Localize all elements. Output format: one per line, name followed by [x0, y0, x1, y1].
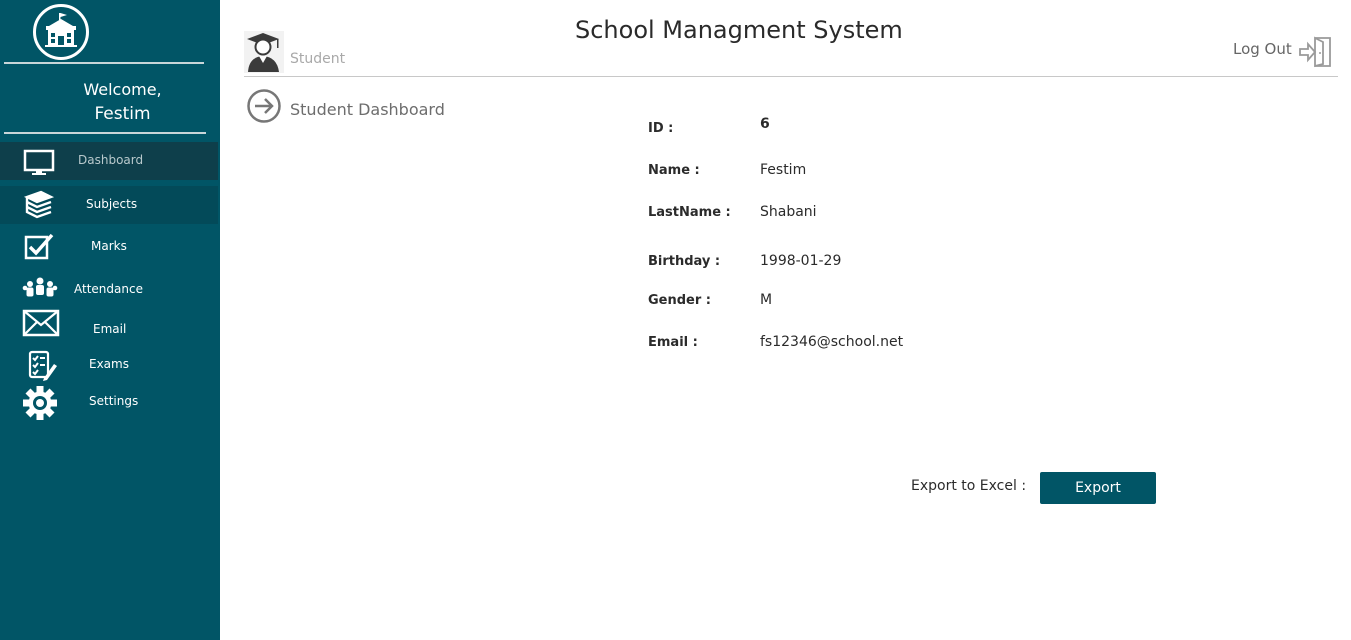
sidebar-item-dashboard[interactable]: Dashboard — [0, 142, 218, 180]
sidebar-item-label: Email — [93, 322, 127, 336]
checkbox-icon — [24, 233, 54, 260]
sidebar-item-exams[interactable]: Exams — [0, 346, 218, 384]
envelope-icon — [22, 309, 60, 337]
welcome-text: Welcome, — [83, 80, 162, 99]
logout-icon[interactable] — [1297, 35, 1333, 69]
group-icon — [22, 277, 58, 297]
sidebar-item-attendance[interactable]: Attendance — [0, 271, 218, 309]
sidebar-item-label: Dashboard — [78, 153, 144, 167]
export-label: Export to Excel : — [911, 478, 1027, 494]
monitor-icon — [23, 149, 55, 175]
sidebar-item-label: Exams — [89, 357, 129, 371]
app-title: School Managment System — [575, 16, 903, 44]
logout-label[interactable]: Log Out — [1233, 40, 1292, 58]
user-name: Festim — [94, 104, 151, 124]
sidebar-divider — [4, 62, 204, 64]
gender-value: M — [760, 292, 773, 308]
lastname-value: Shabani — [760, 204, 817, 220]
sidebar-item-settings[interactable]: Settings — [0, 383, 218, 421]
role-label: Student — [290, 51, 346, 67]
birthday-label: Birthday : — [648, 254, 721, 269]
header-divider — [244, 76, 1338, 77]
gear-icon — [23, 386, 57, 420]
gender-label: Gender : — [648, 293, 712, 308]
email-label: Email : — [648, 335, 698, 350]
birthday-value: 1998-01-29 — [760, 253, 842, 269]
id-label: ID : — [648, 121, 674, 136]
sidebar: Welcome, Festim Dashboard Subjects Marks — [0, 0, 220, 640]
school-logo-icon — [33, 4, 89, 60]
name-label: Name : — [648, 163, 700, 178]
export-button[interactable]: Export — [1040, 472, 1156, 504]
books-icon — [23, 190, 55, 219]
email-value: fs12346@school.net — [760, 334, 904, 350]
sidebar-item-email[interactable]: Email — [0, 309, 218, 349]
name-value: Festim — [760, 162, 807, 178]
sidebar-item-label: Subjects — [86, 197, 138, 211]
sidebar-item-label: Marks — [91, 239, 127, 253]
sidebar-item-marks[interactable]: Marks — [0, 228, 218, 266]
sidebar-item-label: Attendance — [74, 282, 143, 296]
sidebar-divider — [4, 132, 206, 134]
student-avatar-icon — [244, 31, 284, 73]
sidebar-item-subjects[interactable]: Subjects — [0, 186, 218, 224]
arrow-right-circle-icon — [247, 89, 281, 123]
checklist-icon — [28, 350, 57, 381]
id-value: 6 — [760, 116, 770, 132]
sidebar-item-label: Settings — [89, 394, 139, 408]
section-title: Student Dashboard — [290, 100, 445, 119]
lastname-label: LastName : — [648, 205, 731, 220]
